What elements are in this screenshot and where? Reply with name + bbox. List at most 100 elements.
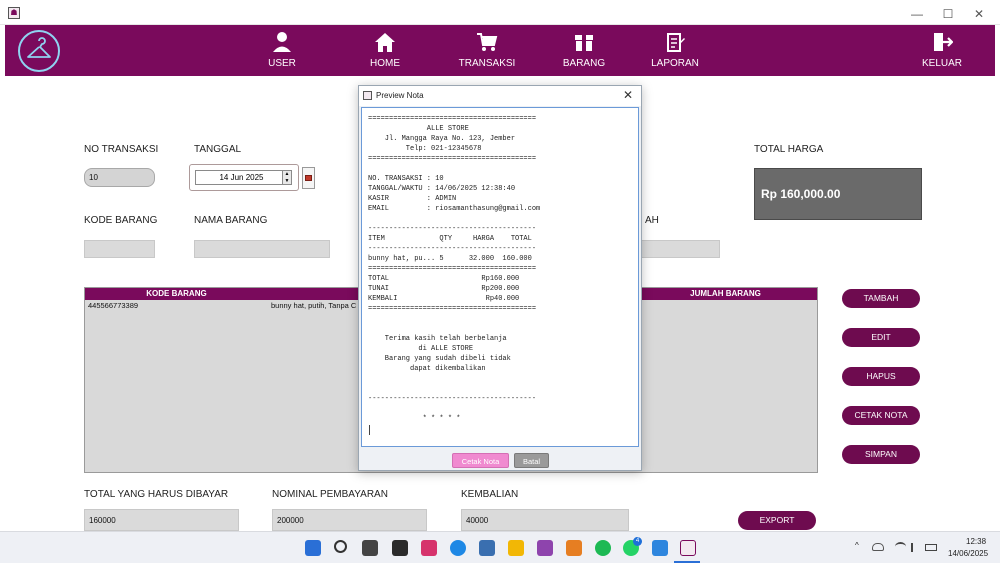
maximize-button[interactable]: ☐ (933, 5, 963, 23)
home-icon (375, 33, 395, 52)
date-spinner[interactable]: ▲ ▼ (282, 170, 292, 185)
photos-icon[interactable] (652, 540, 668, 556)
receipt-line: ---------------------------------------- (368, 395, 537, 403)
tray-chevron-icon[interactable]: ^ (855, 541, 859, 550)
receipt-line: ======================================== (368, 155, 537, 163)
batal-button[interactable]: Batal (514, 453, 549, 468)
kembalian-label: KEMBALIAN (461, 489, 519, 500)
nav-user[interactable]: USER (242, 31, 322, 73)
nominal-field[interactable]: 200000 (272, 509, 427, 531)
receipt-line: * * * * * (368, 415, 461, 423)
receipt-line: KEMBALI Rp40.000 (368, 295, 520, 303)
nav-barang-label: BARANG (562, 58, 606, 69)
minimize-button[interactable]: — (902, 5, 932, 23)
battery-icon[interactable] (925, 544, 937, 551)
receipt-line: dapat dikembalikan (368, 365, 486, 373)
preview-nota-dialog: Preview Nota ✕ =========================… (358, 85, 642, 471)
java-app-icon[interactable] (680, 540, 696, 556)
nav-transaksi[interactable]: TRANSAKSI (447, 31, 527, 73)
receipt-line: ======================================== (368, 265, 537, 273)
report-icon (667, 33, 685, 52)
calendar-icon (305, 175, 312, 181)
th-kode-barang[interactable]: KODE BARANG (85, 288, 268, 300)
task-view-icon[interactable] (362, 540, 378, 556)
nav-user-label: USER (268, 58, 296, 69)
receipt-line: TOTAL Rp160.000 (368, 275, 520, 283)
nav-transaksi-label: TRANSAKSI (458, 58, 516, 69)
cetak-nota-dialog-button[interactable]: Cetak Nota (452, 453, 509, 468)
receipt-line: ITEM QTY HARGA TOTAL (368, 235, 532, 243)
cell-nama: bunny hat, putih, Tanpa C (271, 301, 357, 310)
clock-time[interactable]: 12:38 (966, 537, 986, 546)
cloud-icon[interactable] (872, 543, 884, 551)
start-icon[interactable] (305, 540, 321, 556)
cart-icon (477, 33, 498, 51)
nominal-label: NOMINAL PEMBAYARAN (272, 489, 388, 500)
wifi-icon[interactable] (895, 542, 906, 551)
text-cursor (369, 425, 370, 435)
nav-laporan-label: LAPORAN (651, 58, 699, 69)
date-picker[interactable]: 14 Jun 2025 ▲ ▼ (189, 164, 299, 191)
hapus-button[interactable]: HAPUS (842, 367, 920, 386)
clock-date[interactable]: 14/06/2025 (948, 549, 988, 558)
kembalian-field[interactable]: 40000 (461, 509, 629, 531)
tambah-button[interactable]: TAMBAH (842, 289, 920, 308)
file-explorer-icon[interactable] (508, 540, 524, 556)
search-icon[interactable] (334, 540, 347, 553)
date-value[interactable]: 14 Jun 2025 (195, 170, 288, 185)
receipt-line: ---------------------------------------- (368, 245, 537, 253)
nav-keluar-label: KELUAR (921, 58, 962, 69)
app-icon-purple[interactable] (537, 540, 553, 556)
receipt-line: KASIR : ADMIN (368, 195, 457, 203)
jumlah-field[interactable] (640, 240, 720, 258)
nav-keluar[interactable]: KELUAR (902, 31, 982, 73)
terminal-icon[interactable] (392, 540, 408, 556)
total-harga-label: TOTAL HARGA (754, 144, 824, 155)
store-icon[interactable] (479, 540, 495, 556)
edge-icon[interactable] (450, 540, 466, 556)
instagram-icon[interactable] (421, 540, 437, 556)
app-icon: ☗ (8, 7, 20, 19)
nav-barang[interactable]: BARANG (544, 31, 624, 73)
simpan-button[interactable]: SIMPAN (842, 445, 920, 464)
receipt-line: bunny hat, pu... 5 32.000 160.000 (368, 255, 532, 263)
logout-icon (934, 33, 953, 51)
xampp-icon[interactable] (566, 540, 582, 556)
receipt-line: NO. TRANSAKSI : 10 (368, 175, 444, 183)
receipt-line: TUNAI Rp200.000 (368, 285, 520, 293)
nama-barang-field[interactable] (194, 240, 330, 258)
total-harga-display: Rp 160,000.00 (754, 168, 922, 220)
total-bayar-field[interactable]: 160000 (84, 509, 239, 531)
hanger-logo-icon (18, 30, 60, 72)
kode-barang-label: KODE BARANG (84, 215, 158, 226)
receipt-line: Telp: 021-12345678 (368, 145, 482, 153)
whatsapp-badge: 4 (633, 537, 642, 546)
receipt-line: Barang yang sudah dibeli tidak (368, 355, 511, 363)
export-button[interactable]: EXPORT (738, 511, 816, 530)
nav-home[interactable]: HOME (345, 31, 425, 73)
no-transaksi-field[interactable]: 10 (84, 168, 155, 187)
kode-barang-field[interactable] (84, 240, 155, 258)
calendar-button[interactable] (302, 167, 315, 189)
receipt-line: TANGGAL/WAKTU : 14/06/2025 12:38:40 (368, 185, 516, 193)
th-jumlah-barang[interactable]: JUMLAH BARANG (634, 288, 817, 300)
total-bayar-label: TOTAL YANG HARUS DIBAYAR (84, 489, 229, 500)
receipt-line: ======================================== (368, 305, 537, 313)
dialog-title: Preview Nota (376, 91, 424, 100)
close-window-button[interactable]: ✕ (964, 5, 994, 23)
nav-laporan[interactable]: LAPORAN (635, 31, 715, 73)
dialog-app-icon (363, 91, 372, 100)
receipt-line: ALLE STORE (368, 125, 469, 133)
spotify-icon[interactable] (595, 540, 611, 556)
windows-taskbar: 4 ^ 12:38 14/06/2025 (0, 531, 1000, 563)
receipt-textarea[interactable]: ========================================… (361, 107, 639, 447)
receipt-line: EMAIL : riosamanthasung@gmail.com (368, 205, 541, 213)
top-navbar: USER HOME TRANSAKSI BARANG LAPORAN KELUA… (5, 25, 995, 76)
volume-icon[interactable] (911, 543, 920, 552)
edit-button[interactable]: EDIT (842, 328, 920, 347)
dialog-titlebar: Preview Nota ✕ (359, 86, 641, 106)
dialog-close-button[interactable]: ✕ (621, 88, 635, 102)
window-titlebar: ☗ — ☐ ✕ (0, 0, 1000, 25)
box-icon (575, 35, 593, 51)
cetak-nota-button[interactable]: CETAK NOTA (842, 406, 920, 425)
